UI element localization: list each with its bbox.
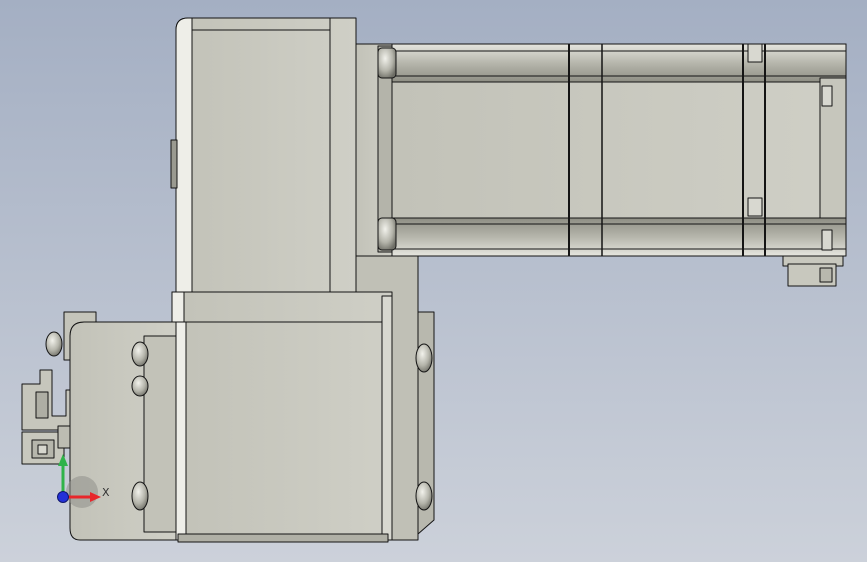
rear-tab — [747, 43, 763, 63]
face-highlight — [175, 321, 187, 541]
end-cap-notch — [821, 229, 833, 251]
flange-boss — [377, 217, 397, 251]
gear-housing-highlight — [175, 17, 193, 295]
bottom-strip — [177, 533, 389, 543]
flange-bolt — [131, 341, 149, 367]
gearbox-main-face — [175, 321, 391, 541]
triad-shadow — [66, 476, 98, 508]
side-cover-plate — [170, 139, 178, 189]
end-cap-notch — [821, 85, 833, 107]
face-right-edge — [381, 295, 393, 541]
cad-viewport[interactable]: X — [0, 0, 867, 562]
gear-housing-body — [175, 17, 357, 295]
gearbox-block[interactable] — [69, 295, 435, 543]
motor-assembly[interactable] — [354, 43, 847, 287]
bracket-bolt — [45, 331, 63, 357]
clip-slot — [35, 391, 49, 419]
housing-step — [171, 291, 393, 325]
mount-bolt — [415, 343, 433, 373]
housing-step-highlight — [171, 291, 185, 325]
mount-bolt — [415, 481, 433, 511]
x-axis-label: X — [102, 486, 110, 499]
motor-connector[interactable] — [782, 255, 844, 287]
z-axis-dot — [57, 491, 69, 503]
flange-bolt — [131, 481, 149, 511]
flange-boss — [377, 47, 397, 79]
rear-tab — [747, 197, 763, 217]
flange-bolt — [131, 375, 149, 397]
motor-gearbox-model[interactable] — [0, 0, 867, 562]
gearbox-side-flange — [143, 335, 179, 533]
